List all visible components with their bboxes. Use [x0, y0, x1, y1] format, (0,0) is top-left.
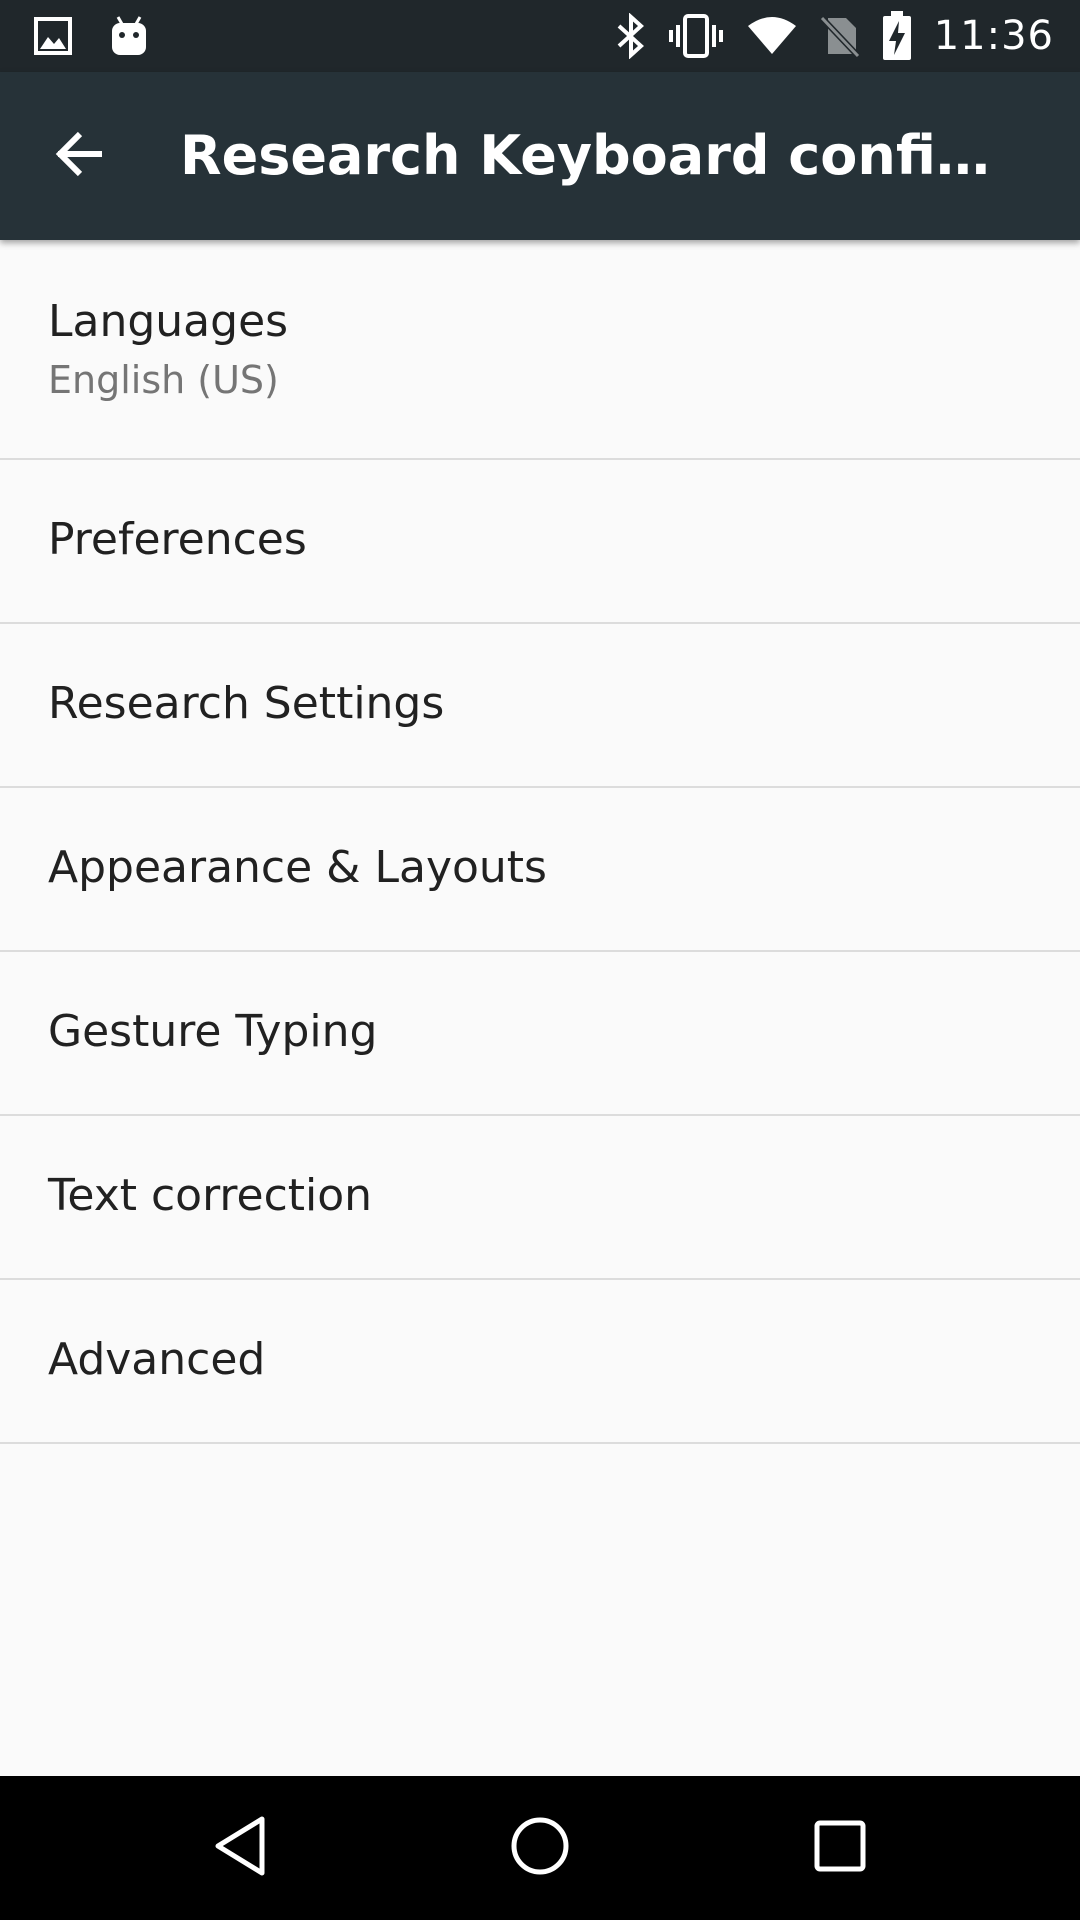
image-notification-icon: [34, 17, 72, 55]
status-notifications: [34, 14, 148, 58]
no-sim-icon: [819, 14, 860, 58]
settings-item-title: Advanced: [48, 1334, 266, 1385]
settings-item-title: Languages: [48, 296, 289, 347]
nav-recents-button[interactable]: [790, 1798, 890, 1898]
settings-item-gesture-typing[interactable]: Gesture Typing: [0, 952, 1080, 1116]
settings-list: Languages English (US) Preferences Resea…: [0, 240, 1080, 1444]
status-bar: 11:36: [0, 0, 1080, 72]
arrow-back-icon: [54, 130, 106, 182]
nav-back-button[interactable]: [190, 1798, 290, 1898]
status-time: 11:36: [933, 13, 1054, 59]
back-button[interactable]: [40, 116, 120, 196]
settings-item-research-settings[interactable]: Research Settings: [0, 624, 1080, 788]
settings-item-preferences[interactable]: Preferences: [0, 460, 1080, 624]
settings-item-title: Research Settings: [48, 678, 445, 729]
page-title: Research Keyboard configura…: [180, 124, 1010, 187]
settings-item-appearance-layouts[interactable]: Appearance & Layouts: [0, 788, 1080, 952]
nav-home-button[interactable]: [490, 1798, 590, 1898]
recents-square-icon: [813, 1819, 867, 1877]
back-triangle-icon: [212, 1815, 268, 1881]
settings-item-languages[interactable]: Languages English (US): [0, 240, 1080, 460]
vibrate-icon: [668, 13, 724, 59]
navigation-bar: [0, 1776, 1080, 1920]
settings-item-title: Gesture Typing: [48, 1006, 378, 1057]
settings-item-title: Preferences: [48, 514, 307, 565]
settings-item-summary: English (US): [48, 358, 279, 402]
status-system-icons: 11:36: [616, 10, 1054, 62]
app-toolbar: Research Keyboard configura…: [0, 72, 1080, 240]
bluetooth-icon: [616, 13, 646, 59]
battery-charging-icon: [882, 11, 912, 61]
settings-item-title: Appearance & Layouts: [48, 842, 547, 893]
settings-item-text-correction[interactable]: Text correction: [0, 1116, 1080, 1280]
android-notification-icon: [110, 15, 148, 57]
settings-item-advanced[interactable]: Advanced: [0, 1280, 1080, 1444]
settings-item-title: Text correction: [48, 1170, 373, 1221]
wifi-icon: [746, 16, 798, 56]
home-circle-icon: [510, 1816, 570, 1880]
